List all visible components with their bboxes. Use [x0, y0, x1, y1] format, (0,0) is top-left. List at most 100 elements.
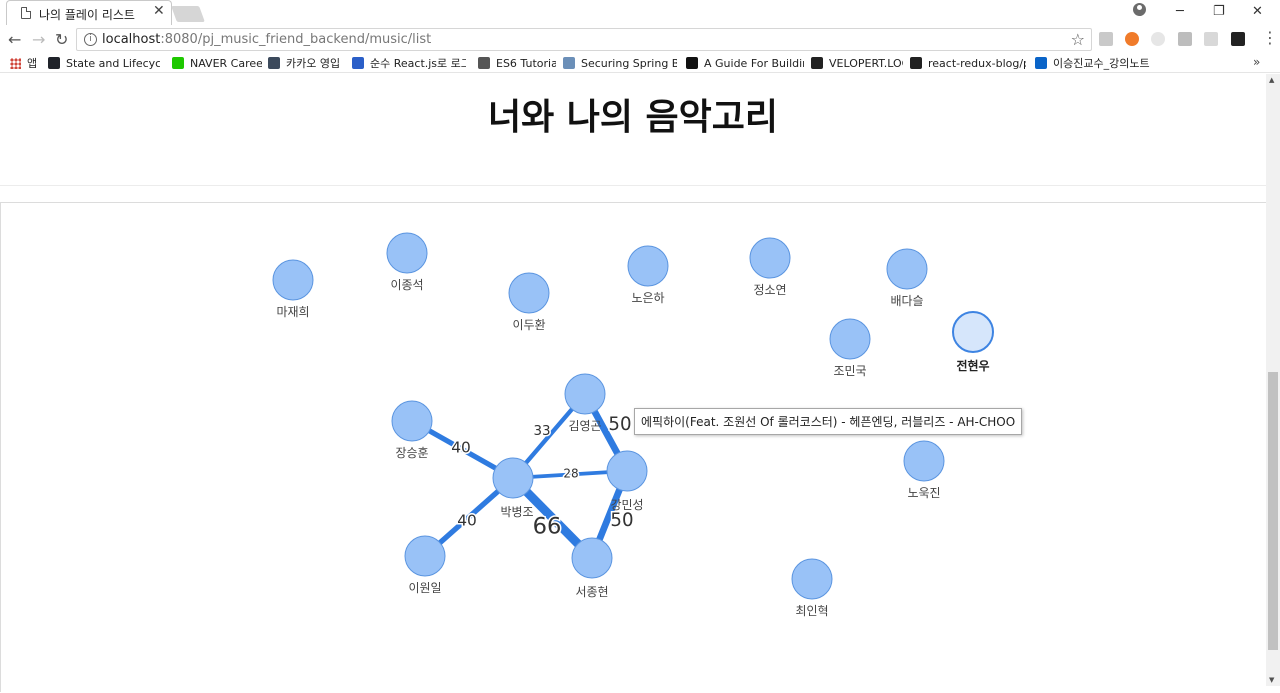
dark-extension-icon[interactable]: [1231, 32, 1245, 46]
node-label: 이두환: [512, 318, 545, 332]
bookmark-item[interactable]: 앱: [10, 55, 40, 71]
edge-weight-label: 28: [563, 467, 578, 481]
graph-node[interactable]: [404, 535, 446, 577]
profile-icon[interactable]: [1133, 3, 1146, 16]
graph-node[interactable]: [791, 558, 833, 600]
page-icon: [21, 7, 31, 19]
network-graph: 40 40 33 28 66 50 50 이종석마재희이두환 노은하 정소연배다슬조민국 전현우김영…: [272, 232, 994, 618]
scrollbar-thumb[interactable]: [1268, 372, 1278, 650]
graph-node[interactable]: [606, 450, 648, 492]
w-icon: [352, 57, 364, 69]
scroll-up-icon[interactable]: ▲: [1269, 76, 1274, 84]
forward-icon[interactable]: →: [32, 30, 45, 49]
cast-extension-icon[interactable]: [1204, 32, 1218, 46]
bookmark-label: 이승진교수_강의노트: [1053, 57, 1150, 70]
minimize-icon[interactable]: ─: [1176, 4, 1184, 19]
node-label: 이종석: [390, 278, 423, 292]
bookmark-label: VELOPERT.LOG: [829, 56, 903, 70]
info-icon[interactable]: i: [84, 33, 97, 46]
address-bar[interactable]: i localhost:8080/pj_music_friend_backend…: [76, 28, 1092, 51]
naver-icon: [172, 57, 184, 69]
edge-weight-label: 50: [610, 510, 633, 531]
page-content: 너와 나의 음악고리 40 40 33 28 66 50 50 이종석 마재희 이두환 노은하 정소연…: [0, 74, 1266, 692]
back-icon[interactable]: ←: [8, 30, 21, 49]
adblock-extension-icon[interactable]: [1125, 32, 1139, 46]
node-label: 배다슬: [890, 294, 923, 308]
node-label: 정소연: [753, 283, 786, 297]
graph-node[interactable]: [571, 537, 613, 579]
tab-strip: 나의 플레이 리스트 ✕ ─ ❐ ✕: [0, 0, 1280, 26]
edge-weight-label: 33: [533, 424, 550, 439]
bookmark-item[interactable]: react-redux-blog/pu: [910, 55, 1026, 71]
browser-toolbar: ← → ↻ i localhost:8080/pj_music_friend_b…: [0, 26, 1280, 53]
bookmark-item[interactable]: ES6 Tutorial: [478, 55, 556, 71]
node-label: 최인혁: [795, 604, 828, 618]
graph-node[interactable]: [952, 311, 994, 353]
bookmark-label: react-redux-blog/pu: [928, 56, 1026, 70]
bookmark-label: 순수 React.js로 로그: [370, 57, 466, 70]
onedrive-icon: [1035, 57, 1047, 69]
graph-node[interactable]: [886, 248, 928, 290]
bookmark-item[interactable]: Securing Spring Boo: [563, 55, 677, 71]
extension-icon[interactable]: [1151, 32, 1165, 46]
react-icon: [48, 57, 60, 69]
kakao-icon: [268, 57, 280, 69]
node-label: 박병조: [500, 505, 533, 519]
node-label: 노욱진: [907, 486, 940, 500]
node-label: 이원일: [408, 581, 441, 595]
url-text: localhost:8080/pj_music_friend_backend/m…: [102, 32, 431, 47]
bookmarks-bar: 앱 State and Lifecycle - NAVER Career 카카오 영입…: [0, 53, 1280, 73]
bookmarks-overflow-icon[interactable]: »: [1253, 55, 1260, 69]
menu-icon[interactable]: ⋮: [1262, 28, 1278, 47]
browser-tab[interactable]: 나의 플레이 리스트 ✕: [6, 0, 172, 25]
bookmark-label: NAVER Career: [190, 56, 262, 70]
graph-node[interactable]: [627, 245, 669, 287]
bookmark-label: 카카오 영입: [286, 57, 341, 70]
node-label: 장승훈: [395, 446, 428, 460]
bookmark-label: 앱: [27, 57, 38, 70]
bookmark-item[interactable]: 순수 React.js로 로그: [352, 55, 466, 71]
bookmark-star-icon[interactable]: ☆: [1071, 30, 1085, 49]
graph-node[interactable]: [386, 232, 428, 274]
reload-icon[interactable]: ↻: [55, 30, 68, 49]
tab-title: 나의 플레이 리스트: [39, 8, 135, 22]
url-host: localhost: [102, 32, 161, 47]
bookmark-label: A Guide For Building: [704, 56, 804, 70]
new-tab-button[interactable]: [171, 6, 205, 22]
url-path: :8080/pj_music_friend_backend/music/list: [160, 32, 432, 47]
spring-icon: [563, 57, 575, 69]
close-icon[interactable]: ✕: [153, 3, 165, 19]
reader-extension-icon[interactable]: [1178, 32, 1192, 46]
bookmark-item[interactable]: NAVER Career: [172, 55, 262, 71]
graph-node[interactable]: [564, 373, 606, 415]
bookmark-item[interactable]: State and Lifecycle -: [48, 55, 160, 71]
graph-node[interactable]: [829, 318, 871, 360]
apps-icon: [10, 57, 21, 69]
node-label: 노은하: [631, 291, 664, 305]
scrollbar[interactable]: ▲ ▼: [1266, 74, 1280, 686]
graph-node[interactable]: [903, 440, 945, 482]
network-graph-panel: 40 40 33 28 66 50 50 이종석 마재희 이두환 노은하 정소연 배다슬 조민국 전현우 김영…: [0, 202, 1266, 692]
es6-icon: [478, 57, 490, 69]
graph-node[interactable]: [492, 457, 534, 499]
velopert-icon: [811, 57, 823, 69]
bookmark-item[interactable]: VELOPERT.LOG: [811, 55, 903, 71]
tooltip: 에픽하이(Feat. 조원선 Of 롤러코스터) - 헤픈엔딩, 러블리즈 - …: [634, 408, 1023, 435]
graph-node[interactable]: [749, 237, 791, 279]
node-label: 조민국: [833, 364, 866, 378]
graph-node[interactable]: [508, 272, 550, 314]
medium-icon: [686, 57, 698, 69]
edge-weight-label: 66: [533, 514, 562, 540]
graph-node[interactable]: [272, 259, 314, 301]
window-close-icon[interactable]: ✕: [1252, 4, 1263, 19]
bookmark-label: Securing Spring Boo: [581, 56, 677, 70]
node-label: 김영곤: [568, 419, 601, 433]
bookmark-item[interactable]: 카카오 영입: [268, 55, 346, 71]
bookmark-item[interactable]: 이승진교수_강의노트: [1035, 55, 1153, 71]
bookmark-item[interactable]: A Guide For Building: [686, 55, 804, 71]
graph-node[interactable]: [391, 400, 433, 442]
scroll-down-icon[interactable]: ▼: [1269, 676, 1274, 684]
restore-icon[interactable]: ❐: [1213, 4, 1225, 19]
page-title: 너와 나의 음악고리: [487, 97, 779, 138]
pdf-extension-icon[interactable]: [1099, 32, 1113, 46]
